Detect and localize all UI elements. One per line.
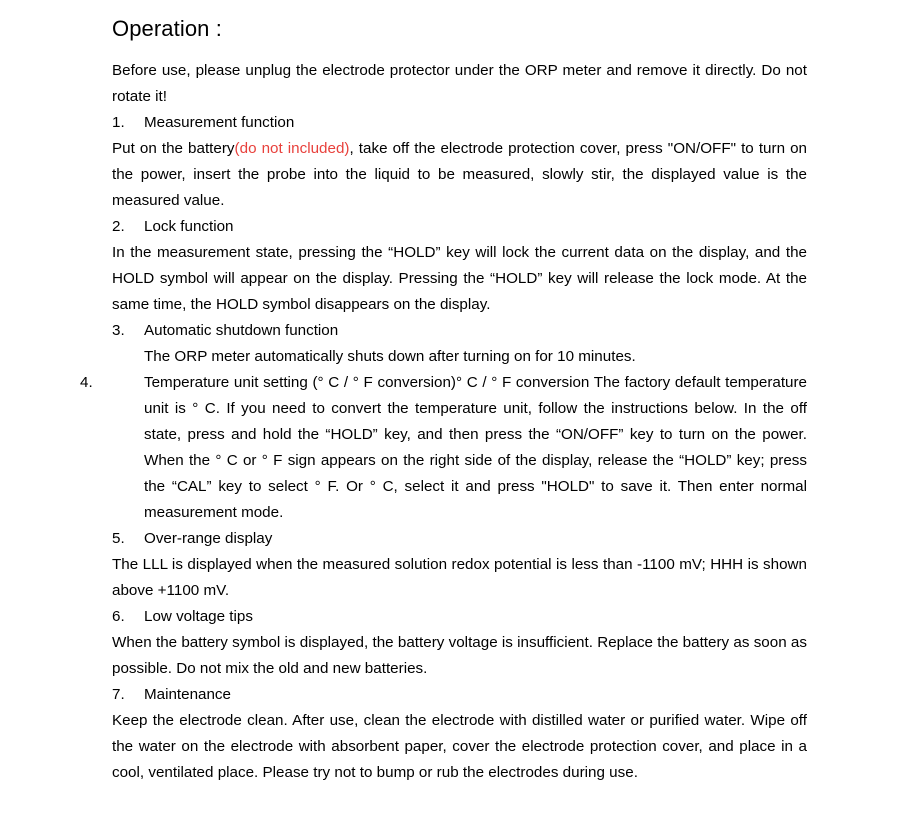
section-title-5: Over-range display bbox=[144, 530, 273, 547]
red-note: (do not included) bbox=[234, 140, 350, 157]
section-heading-2: 2. Lock function bbox=[112, 214, 807, 240]
section-body-3: The ORP meter automatically shuts down a… bbox=[144, 348, 636, 365]
section-body-2: In the measurement state, pressing the “… bbox=[112, 244, 807, 313]
intro-paragraph: Before use, please unplug the electrode … bbox=[112, 62, 807, 105]
section-heading-3: 3. Automatic shutdown function bbox=[112, 318, 807, 344]
section-heading-7: 7. Maintenance bbox=[112, 682, 807, 708]
section-body-6: When the battery symbol is displayed, th… bbox=[112, 634, 807, 677]
section-title-3: Automatic shutdown function bbox=[144, 322, 339, 339]
section-number-4: 4. bbox=[80, 374, 93, 391]
section-number-7: 7. bbox=[112, 686, 125, 703]
section-title-6: Low voltage tips bbox=[144, 608, 253, 625]
section-title-2: Lock function bbox=[144, 218, 234, 235]
section-body-5: The LLL is displayed when the measured s… bbox=[112, 556, 807, 599]
section-heading-5: 5. Over-range display bbox=[112, 526, 807, 552]
document-page: Operation : Before use, please unplug th… bbox=[0, 0, 915, 815]
section-number-2: 2. bbox=[112, 218, 125, 235]
section-body-7: Keep the electrode clean. After use, cle… bbox=[112, 712, 807, 781]
section-heading-4: 4. Temperature unit setting (° C / ° F co… bbox=[80, 370, 807, 526]
section-title-1: Measurement function bbox=[144, 114, 295, 131]
section-number-3: 3. bbox=[112, 322, 125, 339]
section-number-1: 1. bbox=[112, 114, 125, 131]
section-title-7: Maintenance bbox=[144, 686, 231, 703]
section-heading-6: 6. Low voltage tips bbox=[112, 604, 807, 630]
section-body-4: Temperature unit setting (° C / ° F conv… bbox=[144, 374, 807, 521]
section-heading-1: 1. Measurement function bbox=[112, 110, 807, 136]
section-body-1: Put on the battery(do not included), tak… bbox=[112, 136, 807, 214]
section-body-1-pre: Put on the battery bbox=[112, 140, 235, 157]
section-number-6: 6. bbox=[112, 608, 125, 625]
section-number-5: 5. bbox=[112, 530, 125, 547]
page-title: Operation : bbox=[112, 16, 222, 41]
